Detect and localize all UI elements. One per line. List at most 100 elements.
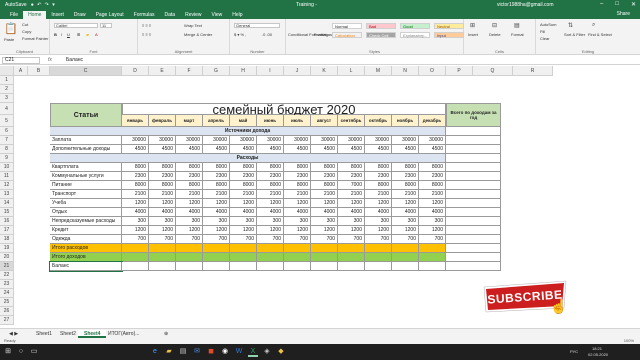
office-icon[interactable]: ◼ xyxy=(206,347,216,357)
value-cell[interactable]: 30000 xyxy=(176,136,203,145)
column-header[interactable]: E xyxy=(149,66,176,76)
row-header[interactable]: 26 xyxy=(0,307,14,316)
total-expenses-row-cell[interactable] xyxy=(338,244,365,253)
row-header[interactable]: 23 xyxy=(0,280,14,289)
column-header[interactable]: K xyxy=(311,66,338,76)
find-select-button[interactable]: Find & Select xyxy=(588,32,612,37)
decimal-icon[interactable]: .0 .00 xyxy=(262,32,272,37)
value-cell[interactable]: 2100 xyxy=(122,190,149,199)
value-cell[interactable]: 4000 xyxy=(203,208,230,217)
year-total-cell[interactable] xyxy=(446,208,501,217)
total-income-row-cell[interactable] xyxy=(365,253,392,262)
budget-title[interactable]: семейный бюджет 2020 xyxy=(122,103,446,116)
word-icon[interactable]: W xyxy=(234,347,244,357)
year-total-cell[interactable] xyxy=(446,199,501,208)
value-cell[interactable]: 4000 xyxy=(230,208,257,217)
tab-home[interactable]: Home xyxy=(23,11,47,19)
value-cell[interactable]: 300 xyxy=(419,217,446,226)
value-cell[interactable]: 30000 xyxy=(284,136,311,145)
value-cell[interactable]: 2300 xyxy=(338,172,365,181)
value-cell[interactable]: 700 xyxy=(338,235,365,244)
value-cell[interactable]: 2300 xyxy=(365,172,392,181)
tab-page-layout[interactable]: Page Layout xyxy=(91,11,129,19)
total-expenses-row-cell[interactable] xyxy=(122,244,149,253)
value-cell[interactable]: 300 xyxy=(230,217,257,226)
style-good[interactable]: Good xyxy=(400,23,430,29)
row-label[interactable]: Учеба xyxy=(50,199,122,208)
month-header[interactable]: октябрь xyxy=(365,115,392,127)
value-cell[interactable]: 2300 xyxy=(149,172,176,181)
total-income-row-cell[interactable] xyxy=(203,253,230,262)
style-explanatory[interactable]: Explanatory... xyxy=(400,32,430,38)
value-cell[interactable]: 700 xyxy=(419,235,446,244)
row-header[interactable]: 13 xyxy=(0,190,14,199)
align-left-icon[interactable]: ≡ ≡ ≡ xyxy=(142,32,151,37)
value-cell[interactable]: 8000 xyxy=(338,163,365,172)
sheet-tab[interactable]: ИТОГ(Авто)... xyxy=(102,330,145,338)
value-cell[interactable]: 2100 xyxy=(311,190,338,199)
year-total-cell[interactable] xyxy=(446,127,501,136)
quick-access-toolbar[interactable]: ● ↶ ↷ ▾ xyxy=(31,2,56,8)
tab-view[interactable]: View xyxy=(207,11,228,19)
value-cell[interactable]: 1200 xyxy=(122,226,149,235)
row-header[interactable]: 4 xyxy=(0,103,14,115)
value-cell[interactable]: 1200 xyxy=(203,226,230,235)
value-cell[interactable]: 1200 xyxy=(176,226,203,235)
style-calculation[interactable]: Calculation xyxy=(332,32,362,38)
section-expenses[interactable]: Расходы xyxy=(50,154,446,163)
task-view-icon[interactable]: ▭ xyxy=(29,347,39,357)
month-header[interactable]: июнь xyxy=(257,115,284,127)
value-cell[interactable]: 1200 xyxy=(284,199,311,208)
currency-icon[interactable]: $ ▾ % , xyxy=(234,32,246,37)
value-cell[interactable]: 4000 xyxy=(284,208,311,217)
formula-input[interactable]: Баланс xyxy=(66,57,83,63)
value-cell[interactable]: 1200 xyxy=(311,226,338,235)
month-header[interactable]: февраль xyxy=(149,115,176,127)
value-cell[interactable]: 1200 xyxy=(176,199,203,208)
cut-button[interactable]: Cut xyxy=(22,22,28,27)
value-cell[interactable]: 4000 xyxy=(365,208,392,217)
value-cell[interactable]: 8000 xyxy=(284,163,311,172)
year-total-cell[interactable] xyxy=(446,154,501,163)
value-cell[interactable]: 1200 xyxy=(311,199,338,208)
value-cell[interactable]: 8000 xyxy=(149,181,176,190)
value-cell[interactable]: 2100 xyxy=(257,190,284,199)
row-header[interactable]: 7 xyxy=(0,136,14,145)
fill-button[interactable]: Fill xyxy=(540,29,545,34)
value-cell[interactable]: 1200 xyxy=(122,199,149,208)
select-all-corner[interactable] xyxy=(0,66,14,76)
year-total-cell[interactable] xyxy=(446,244,501,253)
balance-row-cell[interactable] xyxy=(311,262,338,271)
balance-row-cell[interactable] xyxy=(230,262,257,271)
maximize-icon[interactable]: □ xyxy=(615,1,619,8)
balance-row-cell[interactable] xyxy=(338,262,365,271)
row-header[interactable]: 3 xyxy=(0,94,14,103)
value-cell[interactable]: 4500 xyxy=(122,145,149,154)
balance-row-cell[interactable] xyxy=(392,262,419,271)
value-cell[interactable]: 4500 xyxy=(338,145,365,154)
value-cell[interactable]: 700 xyxy=(176,235,203,244)
value-cell[interactable]: 8000 xyxy=(311,163,338,172)
style-bad[interactable]: Bad xyxy=(366,23,396,29)
value-cell[interactable]: 2300 xyxy=(419,172,446,181)
font-name-select[interactable]: Calibri xyxy=(54,23,98,28)
value-cell[interactable]: 2300 xyxy=(284,172,311,181)
total-income-row-cell[interactable] xyxy=(122,253,149,262)
total-income-row-cell[interactable] xyxy=(230,253,257,262)
row-header[interactable]: 17 xyxy=(0,226,14,235)
value-cell[interactable]: 1200 xyxy=(392,226,419,235)
balance-row-cell[interactable] xyxy=(257,262,284,271)
insert-cells-icon[interactable]: ⊞ xyxy=(470,22,475,29)
style-check-cell[interactable]: Check Cell xyxy=(366,32,396,38)
account-email[interactable]: victor1988ha@gmail.com xyxy=(497,2,554,8)
copy-button[interactable]: Copy xyxy=(22,29,31,34)
value-cell[interactable]: 1200 xyxy=(257,226,284,235)
value-cell[interactable]: 2100 xyxy=(419,190,446,199)
total-income-row-cell[interactable] xyxy=(284,253,311,262)
value-cell[interactable]: 8000 xyxy=(149,163,176,172)
month-header[interactable]: декабрь xyxy=(419,115,446,127)
balance-row-cell[interactable] xyxy=(365,262,392,271)
value-cell[interactable]: 700 xyxy=(230,235,257,244)
value-cell[interactable]: 300 xyxy=(257,217,284,226)
value-cell[interactable]: 4000 xyxy=(419,208,446,217)
